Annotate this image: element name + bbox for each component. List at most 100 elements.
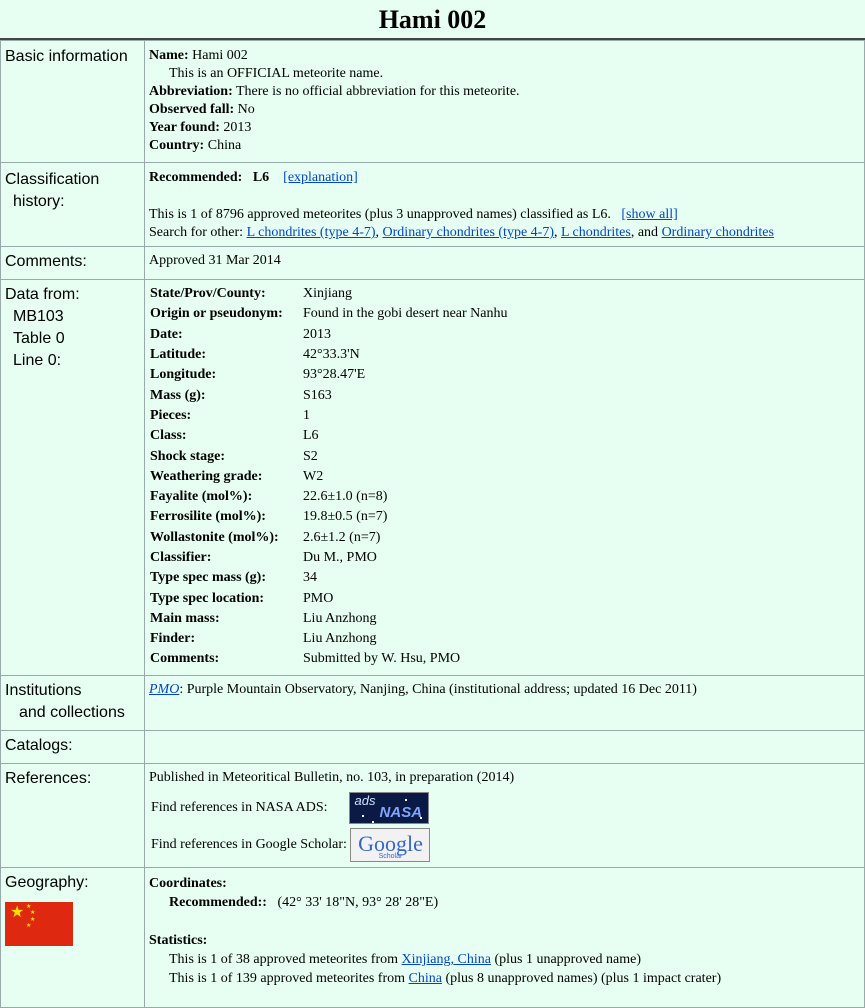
scholar-logo-sub: Scholar xyxy=(378,852,403,860)
recommended-label: Recommended: xyxy=(149,170,243,185)
label-cell: Comments: xyxy=(0,246,145,280)
data-key: Main mass: xyxy=(150,610,220,626)
label-cell: Classification history: xyxy=(0,162,145,247)
scholar-text: Find references in Google Scholar: xyxy=(151,837,347,852)
institution-text: : Purple Mountain Observatory, Nanjing, … xyxy=(179,682,697,697)
comments-label: Comments: xyxy=(5,253,87,270)
data-row: Wollastonite (mol%): 2.6±1.2 (n=7) xyxy=(149,528,510,548)
data-row: State/Prov/County: Xinjiang xyxy=(149,284,510,304)
row-comments: Comments: Approved 31 Mar 2014 xyxy=(0,246,865,280)
data-row: Comments: Submitted by W. Hsu, PMO xyxy=(149,649,510,669)
pmo-link[interactable]: PMO xyxy=(149,682,179,697)
official-note: This is an OFFICIAL meteorite name. xyxy=(169,66,384,81)
data-from-source: MB103 xyxy=(13,308,64,325)
data-row: Pieces: 1 xyxy=(149,406,510,426)
row-data-from: Data from: MB103 Table 0 Line 0: State/P… xyxy=(0,279,865,676)
data-value: W2 xyxy=(303,468,324,484)
data-row: Shock stage: S2 xyxy=(149,446,510,466)
data-from-table: Table 0 xyxy=(13,330,65,347)
country-label: Country: xyxy=(149,138,205,153)
nasa-ads-button[interactable]: ads NASA xyxy=(348,791,429,824)
catalogs-cell xyxy=(144,730,865,764)
data-value: 22.6±1.0 (n=8) xyxy=(303,489,388,505)
nasa-logo-text: NASA xyxy=(379,803,423,821)
label-cell: Institutions and collections xyxy=(0,675,145,731)
data-key: Ferrosilite (mol%): xyxy=(150,509,266,525)
stat2-post: (plus 8 unapproved names) (plus 1 impact… xyxy=(445,971,722,986)
data-value: 19.8±0.5 (n=7) xyxy=(303,509,388,525)
ordinary-chondrites-link[interactable]: Ordinary chondrites xyxy=(662,225,774,240)
classification-cell: Recommended: L6 [explanation] This is 1 … xyxy=(144,162,865,247)
abbr-label: Abbreviation: xyxy=(149,84,233,99)
year-value: 2013 xyxy=(223,120,252,135)
data-from-label: Data from: xyxy=(5,286,80,303)
data-row: Fayalite (mol%): 22.6±1.0 (n=8) xyxy=(149,487,510,507)
data-row: Type spec mass (g): 34 xyxy=(149,568,510,588)
l-chondrites-type-link[interactable]: L chondrites (type 4-7) xyxy=(247,225,376,240)
basic-info-label: Basic information xyxy=(5,48,128,65)
show-all-link[interactable]: [show all] xyxy=(621,207,677,222)
comments-value: Approved 31 Mar 2014 xyxy=(149,253,281,268)
stat2-text: This is 1 of 139 approved meteorites fro… xyxy=(169,971,406,986)
explanation-link[interactable]: [explanation] xyxy=(283,170,358,185)
abbr-value: There is no official abbreviation for th… xyxy=(236,84,520,99)
published-text: Published in Meteoritical Bulletin, no. … xyxy=(149,770,515,785)
data-row: Finder: Liu Anzhong xyxy=(149,629,510,649)
data-value: 2.6±1.2 (n=7) xyxy=(303,529,381,545)
data-value: PMO xyxy=(303,590,334,606)
label-cell: Catalogs: xyxy=(0,730,145,764)
label-cell: References: xyxy=(0,763,145,868)
data-key: State/Prov/County: xyxy=(150,286,266,302)
ordinary-chondrites-type-link[interactable]: Ordinary chondrites (type 4-7) xyxy=(383,225,554,240)
fall-label: Observed fall: xyxy=(149,102,235,117)
institutions-cell: PMO: Purple Mountain Observatory, Nanjin… xyxy=(144,675,865,731)
geography-label: Geography: xyxy=(5,874,89,891)
name-label: Name: xyxy=(149,48,189,63)
name-value: Hami 002 xyxy=(192,48,248,63)
label-cell: Data from: MB103 Table 0 Line 0: xyxy=(0,279,145,676)
recommended-coords: (42° 33' 18"N, 93° 28' 28"E) xyxy=(277,895,439,910)
data-row: Class: L6 xyxy=(149,426,510,446)
data-key: Pieces: xyxy=(150,407,192,423)
xinjiang-link[interactable]: Xinjiang, China xyxy=(402,952,491,967)
statistics-label: Statistics: xyxy=(149,933,208,948)
ads-logo-text: ads xyxy=(354,792,376,808)
data-from-line: Line 0: xyxy=(13,352,62,369)
data-key: Type spec location: xyxy=(150,590,265,606)
data-row: Date: 2013 xyxy=(149,325,510,345)
meteorite-table: Basic information Name: Hami 002 This is… xyxy=(0,40,865,1008)
catalogs-label: Catalogs: xyxy=(5,737,73,754)
data-value: L6 xyxy=(303,428,319,444)
data-key: Wollastonite (mol%): xyxy=(150,529,279,545)
data-key: Longitude: xyxy=(150,367,217,383)
data-value: 34 xyxy=(303,570,317,586)
references-cell: Published in Meteoritical Bulletin, no. … xyxy=(144,763,865,868)
recommended-class: L6 xyxy=(252,170,270,185)
data-row: Weathering grade: W2 xyxy=(149,467,510,487)
data-value: Liu Anzhong xyxy=(303,610,377,626)
china-link[interactable]: China xyxy=(409,971,442,986)
classification-label-2: history: xyxy=(13,193,65,210)
data-key: Class: xyxy=(150,428,187,444)
data-key: Weathering grade: xyxy=(150,468,263,484)
data-row: Type spec location: PMO xyxy=(149,588,510,608)
fall-value: No xyxy=(237,102,255,117)
comments-cell: Approved 31 Mar 2014 xyxy=(144,246,865,280)
l-chondrites-link[interactable]: L chondrites xyxy=(561,225,631,240)
data-key: Shock stage: xyxy=(150,448,226,464)
data-row: Main mass: Liu Anzhong xyxy=(149,609,510,629)
search-prefix: Search for other: xyxy=(149,225,244,240)
data-key: Mass (g): xyxy=(150,387,206,403)
coordinates-label: Coordinates: xyxy=(149,876,227,891)
stat1-text: This is 1 of 38 approved meteorites from xyxy=(169,952,399,967)
row-references: References: Published in Meteoritical Bu… xyxy=(0,763,865,868)
data-row: Classifier: Du M., PMO xyxy=(149,548,510,568)
data-value: Found in the gobi desert near Nanhu xyxy=(303,306,508,322)
row-basic-information: Basic information Name: Hami 002 This is… xyxy=(0,40,865,163)
data-row: Latitude: 42°33.3'N xyxy=(149,345,510,365)
google-scholar-button[interactable]: Google Scholar xyxy=(350,827,431,862)
data-value: 2013 xyxy=(303,326,331,342)
ads-text: Find references in NASA ADS: xyxy=(151,800,328,815)
data-key: Fayalite (mol%): xyxy=(150,489,253,505)
year-label: Year found: xyxy=(149,120,220,135)
